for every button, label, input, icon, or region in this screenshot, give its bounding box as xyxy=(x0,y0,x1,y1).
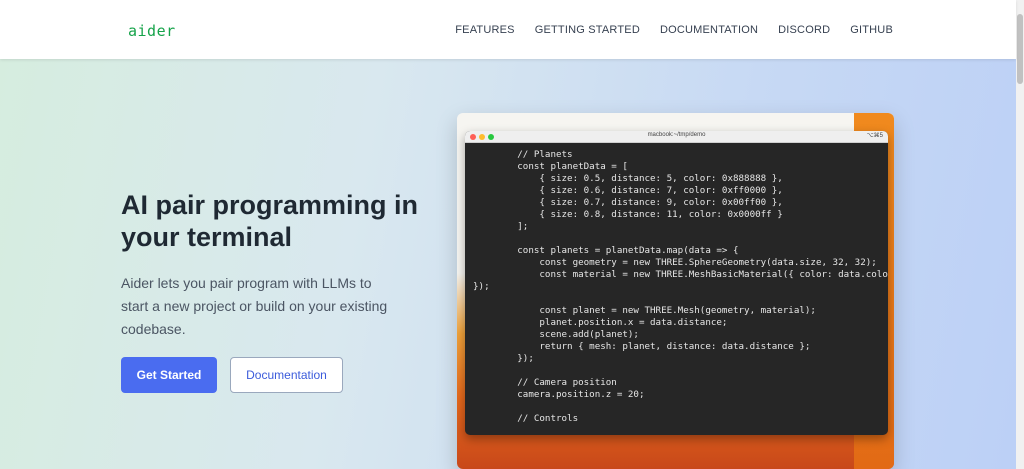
nav-discord[interactable]: DISCORD xyxy=(778,24,830,36)
hero-headline: AI pair programming in your terminal xyxy=(121,190,419,252)
nav-documentation[interactable]: DOCUMENTATION xyxy=(660,24,758,36)
hero-subtext: Aider lets you pair program with LLMs to… xyxy=(121,275,388,337)
terminal-screenshot: macbook:~/tmp/demo ⌥⌘5 // Planets const … xyxy=(457,113,894,469)
get-started-button[interactable]: Get Started xyxy=(121,357,217,393)
code-block: // Planets const planetData = [ { size: … xyxy=(473,149,888,424)
site-header: aider FEATURES GETTING STARTED DOCUMENTA… xyxy=(0,0,1016,59)
nav-github[interactable]: GITHUB xyxy=(850,24,893,36)
nav-features[interactable]: FEATURES xyxy=(455,24,514,36)
scrollbar-thumb[interactable] xyxy=(1017,14,1023,84)
main-nav: FEATURES GETTING STARTED DOCUMENTATION D… xyxy=(455,24,893,36)
terminal-window: macbook:~/tmp/demo ⌥⌘5 // Planets const … xyxy=(465,131,888,435)
nav-getting-started[interactable]: GETTING STARTED xyxy=(535,24,640,36)
aider-logo[interactable]: aider xyxy=(128,22,176,40)
terminal-titlebar: macbook:~/tmp/demo ⌥⌘5 xyxy=(465,131,888,143)
documentation-button[interactable]: Documentation xyxy=(230,357,343,393)
page-scrollbar[interactable] xyxy=(1016,0,1024,469)
terminal-title: macbook:~/tmp/demo xyxy=(647,132,706,138)
terminal-shortcut: ⌥⌘5 xyxy=(866,133,883,139)
